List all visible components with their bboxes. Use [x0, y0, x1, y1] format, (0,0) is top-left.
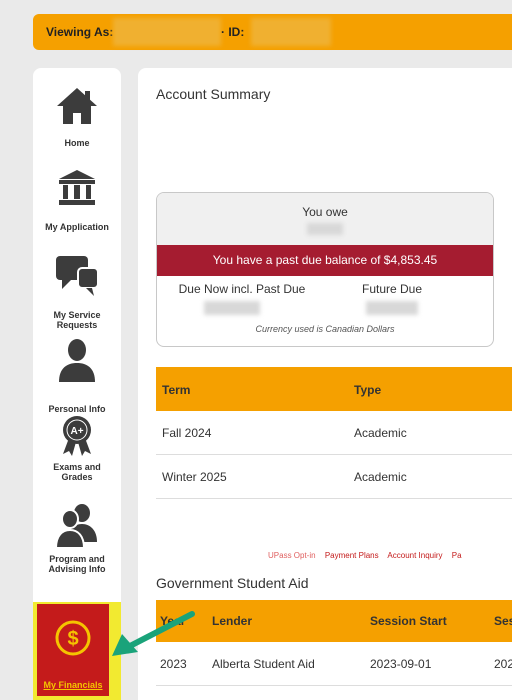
future-due-column: Future Due — [347, 282, 437, 315]
type-cell: Academic — [354, 426, 407, 440]
badge-text: A+ — [70, 426, 83, 437]
payment-plans-link[interactable]: Payment Plans — [325, 551, 379, 560]
currency-note: Currency used is Canadian Dollars — [255, 324, 395, 334]
sidebar-item-personal-info[interactable]: Personal Info — [33, 338, 121, 414]
sidebar-item-label-line2: Grades — [61, 472, 93, 482]
future-due-label: Future Due — [361, 282, 423, 296]
account-links: UPass Opt-in Payment Plans Account Inqui… — [268, 551, 469, 560]
sidebar-nav: Home My Application My Service Requests … — [33, 68, 121, 700]
table-header: Year Lender Session Start Ses — [156, 600, 512, 642]
column-header-type: Type — [354, 383, 382, 397]
due-now-column: Due Now incl. Past Due — [167, 282, 317, 315]
column-header-session-start: Session Start — [370, 614, 447, 628]
sidebar-item-label-line1: Exams and — [53, 462, 101, 472]
chat-bubbles-icon — [56, 256, 99, 296]
term-cell: Winter 2025 — [162, 470, 227, 484]
sidebar-item-label-line2: Requests — [56, 320, 98, 330]
sidebar-item-label-line2: Advising Info — [48, 564, 106, 574]
account-inquiry-link[interactable]: Account Inquiry — [387, 551, 442, 560]
main-content: Account Summary You owe You have a past … — [138, 68, 512, 700]
column-header-lender: Lender — [212, 614, 253, 628]
home-icon — [57, 88, 97, 124]
type-cell: Academic — [354, 470, 407, 484]
id-value-redacted — [251, 18, 331, 46]
government-student-aid-title: Government Student Aid — [156, 575, 309, 591]
viewing-as-label: Viewing As: — [46, 25, 114, 39]
you-owe-amount-redacted — [307, 223, 343, 235]
payment-link-truncated[interactable]: Pa — [452, 551, 462, 560]
column-header-term: Term — [162, 383, 191, 397]
person-icon — [59, 339, 95, 382]
table-row[interactable]: Fall 2024 Academic — [156, 411, 512, 455]
due-now-label: Due Now incl. Past Due — [178, 282, 306, 296]
sidebar-item-label-line1: Program and — [49, 554, 105, 564]
you-owe-label: You owe — [302, 205, 348, 219]
sidebar-item-home[interactable]: Home — [33, 86, 121, 148]
table-header: Term Type — [156, 367, 512, 411]
future-due-amount-redacted — [366, 301, 418, 315]
people-icon — [55, 504, 97, 548]
term-table: Term Type Fall 2024 Academic Winter 2025… — [156, 367, 512, 499]
viewing-as-name-redacted — [113, 18, 221, 46]
sidebar-item-label[interactable]: My Financials — [33, 680, 113, 690]
sidebar-item-my-application[interactable]: My Application — [33, 168, 121, 232]
upass-opt-in-link[interactable]: UPass Opt-in — [268, 551, 316, 560]
table-row[interactable]: 2023 Alberta Student Aid 2023-09-01 202 — [156, 642, 512, 686]
sidebar-item-label: My Application — [45, 222, 109, 232]
sidebar-item-program-and-advising-info[interactable]: Program and Advising Info — [33, 502, 121, 574]
viewing-as-bar: Viewing As: · ID: — [33, 14, 512, 50]
due-now-amount-redacted — [204, 301, 260, 315]
svg-text:$: $ — [67, 628, 78, 650]
sidebar-item-label: Home — [64, 138, 90, 148]
sidebar-item-my-service-requests[interactable]: My Service Requests — [33, 252, 121, 330]
dollar-circle-icon: $ — [55, 620, 91, 656]
you-owe-section: You owe — [157, 193, 493, 245]
lender-cell: Alberta Student Aid — [212, 657, 315, 671]
session-end-cell: 202 — [494, 657, 512, 671]
sidebar-item-label-line1: My Service — [53, 310, 101, 320]
balance-card: You owe You have a past due balance of $… — [156, 192, 494, 347]
column-header-session-end: Ses — [494, 614, 512, 628]
session-start-cell: 2023-09-01 — [370, 657, 432, 671]
id-label: · ID: — [221, 25, 245, 39]
bank-icon — [59, 170, 95, 205]
page-title: Account Summary — [156, 86, 271, 102]
term-cell: Fall 2024 — [162, 426, 212, 440]
award-badge-icon: A+ — [63, 416, 91, 456]
sidebar-item-exams-and-grades[interactable]: A+ Exams and Grades — [33, 414, 121, 482]
table-row[interactable]: Winter 2025 Academic — [156, 455, 512, 499]
sidebar-item-label: Personal Info — [48, 404, 106, 414]
arrow-icon — [112, 611, 195, 656]
past-due-banner: You have a past due balance of $4,853.45 — [157, 245, 493, 276]
student-aid-table: Year Lender Session Start Ses 2023 Alber… — [156, 600, 512, 686]
